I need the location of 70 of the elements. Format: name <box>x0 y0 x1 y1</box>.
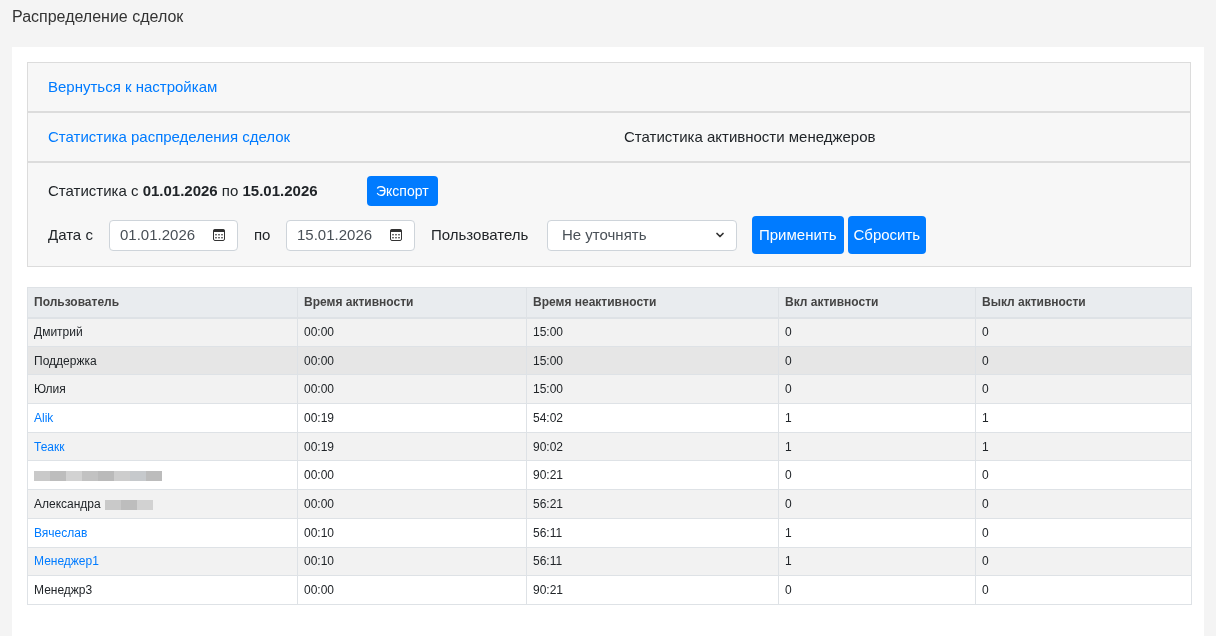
table-cell: 00:19 <box>297 403 527 433</box>
table-cell: 15:00 <box>526 346 779 375</box>
column-header: Время активности <box>297 287 527 318</box>
tab[interactable]: Статистика распределения сделок <box>48 128 291 145</box>
date-range-summary: Статистика с 01.01.2026 по 15.01.2026 <box>48 182 318 199</box>
table-cell: 00:00 <box>297 346 527 375</box>
user-text: Поддержка <box>34 353 97 368</box>
table-cell: 0 <box>778 489 976 519</box>
date-to-field[interactable]: 15.01.2026 <box>286 219 415 251</box>
table-cell: 00:10 <box>297 518 527 547</box>
table-cell: 1 <box>975 403 1192 433</box>
table-cell: 0 <box>975 575 1192 605</box>
table-cell: 00:00 <box>297 489 527 519</box>
user-text: Юлия <box>34 382 66 397</box>
user-link[interactable]: Менеджер1 <box>34 554 99 569</box>
calendar-icon <box>390 229 402 241</box>
table-cell: 90:21 <box>526 575 779 605</box>
table-cell: 0 <box>975 317 1192 347</box>
user-link[interactable]: Alik <box>34 410 54 425</box>
table-cell: 0 <box>975 489 1192 519</box>
table-cell: 0 <box>975 547 1192 576</box>
table-cell: 0 <box>778 374 976 404</box>
table-cell: 0 <box>975 374 1192 404</box>
column-header: Выкл активности <box>975 287 1192 318</box>
table-cell: 1 <box>778 432 976 461</box>
table-cell: 0 <box>778 460 976 490</box>
field-label: Дата с <box>48 224 94 245</box>
table-cell: 0 <box>778 346 976 375</box>
calendar-icon <box>213 229 225 241</box>
table-cell: 1 <box>975 432 1192 461</box>
user-text: Александра <box>34 496 101 511</box>
table-cell: 54:02 <box>526 403 779 433</box>
user-text: Дмитрий <box>34 325 83 340</box>
table-cell: 00:00 <box>297 460 527 490</box>
user-link[interactable]: Теакк <box>34 439 65 454</box>
user-link[interactable]: Вячеслав <box>34 525 88 540</box>
apply-button[interactable]: Применить <box>752 216 844 254</box>
table-cell: 00:19 <box>297 432 527 461</box>
table-cell: 1 <box>778 518 976 547</box>
table-cell: 0 <box>975 460 1192 490</box>
table-cell: 90:02 <box>526 432 779 461</box>
field-label: Пользователь <box>431 224 530 245</box>
table-cell: 00:00 <box>297 575 527 605</box>
page-title: Распределение сделок <box>12 8 184 25</box>
back-link[interactable]: Вернуться к настройкам <box>48 75 218 99</box>
date-from-field[interactable]: 01.01.2026 <box>109 219 238 251</box>
field-label: по <box>254 224 272 245</box>
table-cell: 0 <box>975 346 1192 375</box>
column-header: Время неактивности <box>526 287 779 318</box>
table-cell: 56:21 <box>526 489 779 519</box>
table-cell: 1 <box>778 547 976 576</box>
tab[interactable]: Статистика активности менеджеров <box>624 128 876 145</box>
table-cell: 0 <box>778 317 976 347</box>
export-button[interactable]: Экспорт <box>367 176 438 206</box>
table-cell: 00:10 <box>297 547 527 576</box>
column-header: Вкл активности <box>778 287 976 318</box>
column-header: Пользователь <box>27 287 298 318</box>
reset-button[interactable]: Сбросить <box>847 216 927 254</box>
table-cell: 00:00 <box>297 317 527 347</box>
table-cell: 0 <box>778 575 976 605</box>
table-cell: 15:00 <box>526 374 779 404</box>
table-cell: 15:00 <box>526 317 779 347</box>
table-cell: 00:00 <box>297 374 527 404</box>
user-select[interactable]: Не уточнять <box>547 219 737 251</box>
table-cell: 1 <box>778 403 976 433</box>
user-text: Менеджр3 <box>34 583 93 598</box>
table-cell: 56:11 <box>526 518 779 547</box>
table-cell: 56:11 <box>526 547 779 576</box>
table-cell: 90:21 <box>526 460 779 490</box>
table-cell: 0 <box>975 518 1192 547</box>
